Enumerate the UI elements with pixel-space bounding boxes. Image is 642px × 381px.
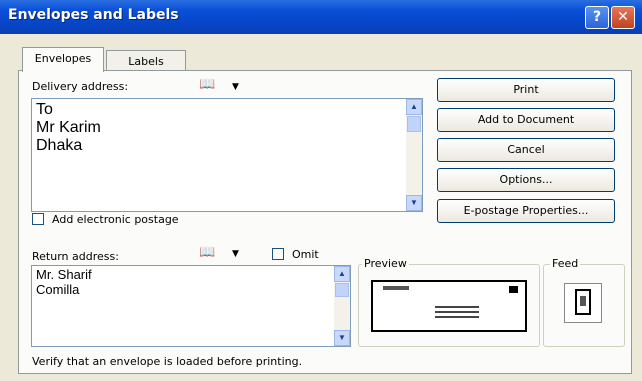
delivery-address-line: Dhaka [36, 137, 83, 154]
return-scrollbar[interactable]: ▲ ▼ [334, 266, 350, 346]
add-to-document-button[interactable]: Add to Document [437, 108, 615, 132]
dropdown-arrow-icon[interactable]: ▼ [232, 249, 239, 259]
tab-envelopes-label: Envelopes [34, 52, 92, 65]
delivery-address-field[interactable]: To Mr Karim Dhaka ▲ ▼ [31, 98, 423, 212]
scroll-down-icon[interactable]: ▼ [406, 195, 422, 211]
feed-label: Feed [550, 257, 581, 270]
title-bar: Envelopes and Labels ? ✕ [0, 0, 642, 34]
options-button[interactable]: Options... [437, 168, 615, 192]
scroll-down-icon[interactable]: ▼ [334, 330, 350, 346]
delivery-address-line: Mr Karim [36, 119, 101, 136]
omit-checkbox[interactable] [272, 248, 284, 260]
return-address-line: Mr. Sharif [36, 267, 92, 282]
scroll-up-icon[interactable]: ▲ [334, 266, 350, 282]
print-button[interactable]: Print [437, 78, 615, 102]
delivery-address-preview [435, 306, 479, 308]
dropdown-arrow-icon[interactable]: ▼ [232, 82, 239, 92]
address-book-icon[interactable]: 📖 [199, 245, 215, 260]
close-button[interactable]: ✕ [611, 6, 635, 29]
delivery-address-line: To [36, 101, 53, 118]
cancel-button[interactable]: Cancel [437, 138, 615, 162]
return-address-field[interactable]: Mr. Sharif Comilla ▲ ▼ [31, 265, 351, 347]
return-address-preview [383, 286, 409, 290]
delivery-address-preview [435, 316, 479, 318]
window-title: Envelopes and Labels [8, 7, 179, 23]
feed-arrow-icon [580, 296, 586, 306]
envelope-preview[interactable] [371, 280, 527, 332]
return-address-line: Comilla [36, 282, 80, 297]
preview-label: Preview [362, 257, 409, 270]
address-book-icon[interactable]: 📖 [199, 77, 215, 92]
return-address-label: Return address: [32, 250, 119, 263]
envelopes-and-labels-dialog: Envelopes and Labels ? ✕ Envelopes Label… [0, 0, 642, 381]
scroll-thumb[interactable] [407, 116, 421, 132]
delivery-address-preview [435, 311, 479, 313]
add-electronic-postage-label: Add electronic postage [52, 213, 179, 226]
delivery-address-label: Delivery address: [32, 80, 129, 93]
delivery-scrollbar[interactable]: ▲ ▼ [406, 99, 422, 211]
scroll-thumb[interactable] [335, 283, 349, 297]
stamp-preview [509, 286, 518, 293]
omit-label: Omit [292, 248, 319, 261]
tab-labels-label: Labels [128, 55, 164, 68]
feed-preview[interactable] [564, 283, 602, 323]
status-message: Verify that an envelope is loaded before… [32, 355, 303, 368]
epostage-properties-button[interactable]: E-postage Properties... [437, 199, 615, 223]
tab-envelopes[interactable]: Envelopes [22, 47, 104, 72]
help-button[interactable]: ? [585, 6, 609, 29]
scroll-up-icon[interactable]: ▲ [406, 99, 422, 115]
add-electronic-postage-checkbox[interactable] [32, 213, 44, 225]
